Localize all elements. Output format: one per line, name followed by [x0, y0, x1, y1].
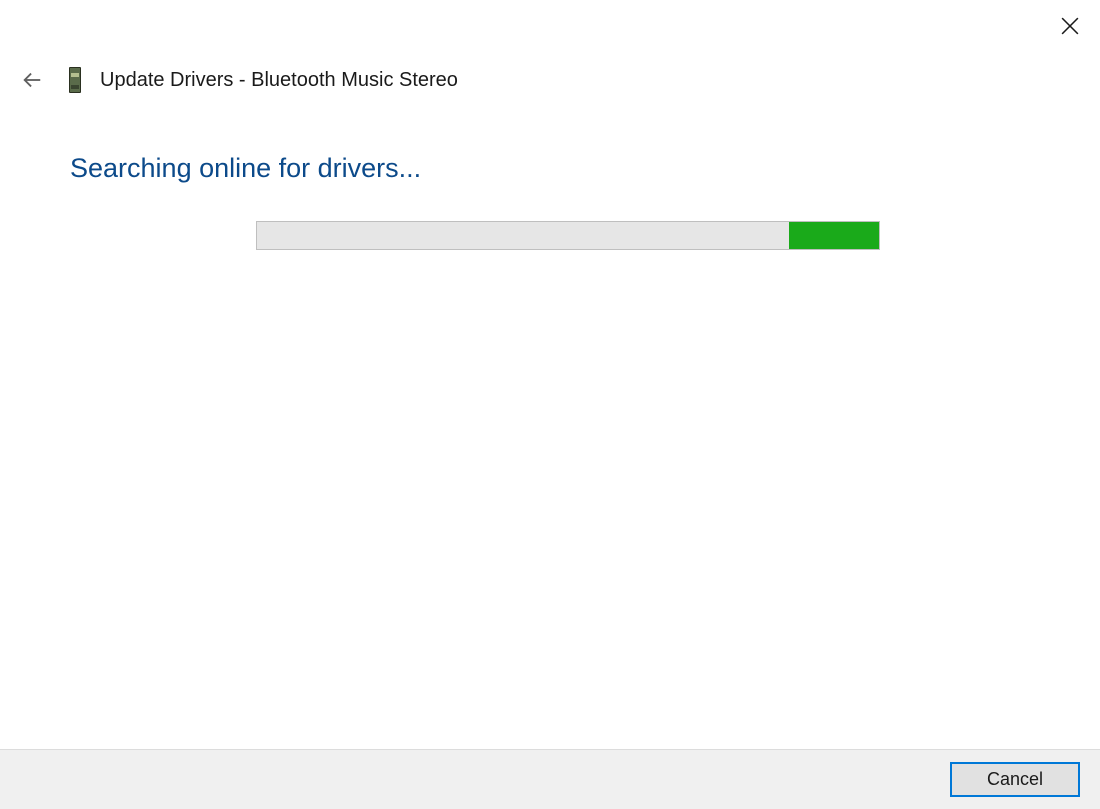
cancel-button[interactable]: Cancel — [950, 762, 1080, 797]
progress-fill — [789, 222, 880, 249]
back-arrow-icon — [21, 69, 43, 91]
dialog-footer: Cancel — [0, 749, 1100, 809]
header: Update Drivers - Bluetooth Music Stereo — [18, 66, 458, 94]
close-button[interactable] — [1056, 12, 1084, 40]
close-icon — [1061, 17, 1079, 35]
back-button[interactable] — [18, 66, 46, 94]
progress-bar — [256, 221, 880, 250]
device-icon — [68, 66, 82, 94]
dialog-title: Update Drivers - Bluetooth Music Stereo — [100, 69, 458, 92]
status-message: Searching online for drivers... — [70, 153, 421, 184]
